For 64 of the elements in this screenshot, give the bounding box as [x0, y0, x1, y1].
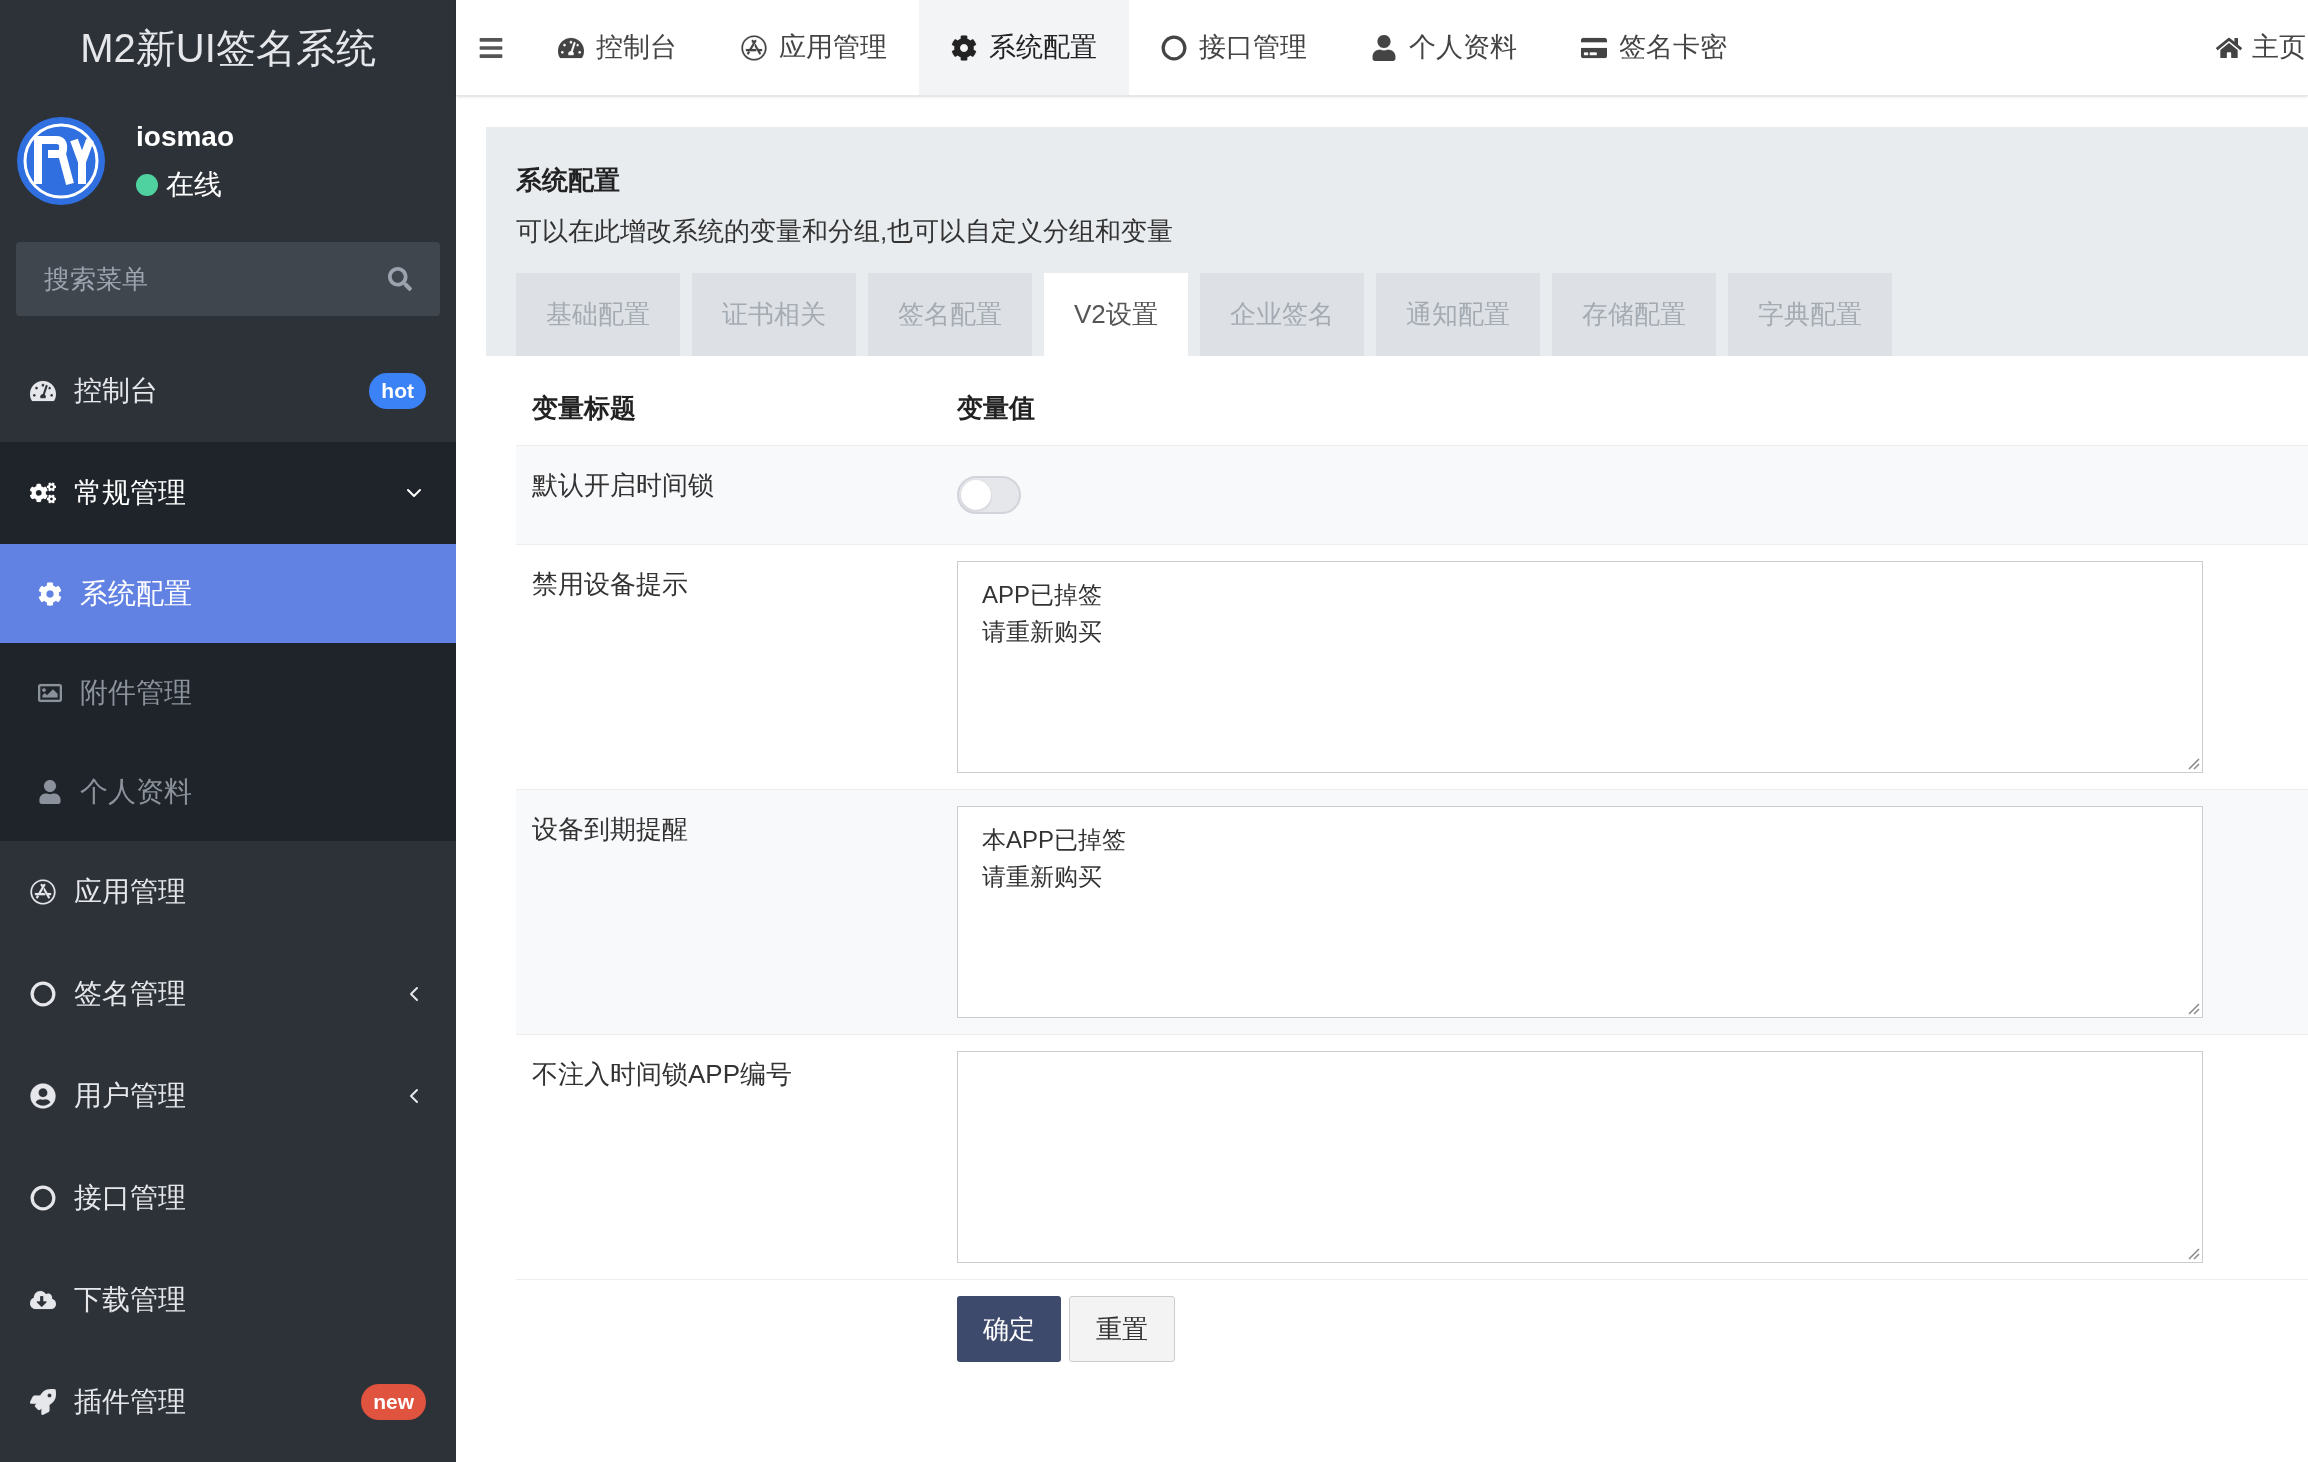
nav-tab[interactable]: 系统配置	[919, 0, 1129, 95]
gear-icon	[38, 581, 62, 606]
text-line: 本APP已掉签	[982, 825, 1127, 855]
menu-item[interactable]: 接口管理	[0, 1147, 456, 1249]
toggle-switch[interactable]	[957, 476, 1021, 514]
menu-item[interactable]: 插件管理 new	[0, 1351, 456, 1453]
cloud-download-icon	[30, 1287, 56, 1313]
panel-description: 可以在此增改系统的变量和分组,也可以自定义分组和变量	[516, 215, 1175, 248]
nav-tab[interactable]: 个人资料	[1339, 0, 1549, 95]
resize-handle-icon	[2186, 1246, 2200, 1260]
resize-handle-icon	[2186, 1001, 2200, 1015]
column-header: 变量值	[956, 392, 1035, 425]
nav-tab[interactable]: 应用管理	[709, 0, 919, 95]
text-area[interactable]: 本APP已掉签 请重新购买	[957, 806, 2203, 1018]
confirm-button[interactable]: 确定	[957, 1296, 1061, 1362]
panel-title: 系统配置	[516, 164, 621, 197]
card-icon	[1581, 34, 1607, 61]
app-icon	[30, 879, 56, 905]
rocket-icon	[30, 1389, 56, 1415]
submenu-item[interactable]: 附件管理	[0, 643, 456, 742]
menu-item[interactable]: 应用管理	[0, 841, 456, 943]
home-link[interactable]: 主页	[2216, 27, 2308, 68]
row-label: 禁用设备提示	[531, 568, 689, 601]
app-icon	[741, 34, 767, 61]
text-area[interactable]	[957, 1051, 2203, 1263]
submenu-item[interactable]: 系统配置	[0, 544, 456, 643]
circle-icon	[30, 1185, 56, 1211]
text-area[interactable]: APP已掉签 请重新购买	[957, 561, 2203, 773]
user-icon	[38, 779, 62, 804]
image-icon	[38, 680, 62, 705]
text-line: APP已掉签	[982, 580, 1103, 610]
search-icon	[388, 267, 412, 291]
menu-badge: hot	[369, 373, 426, 409]
column-header: 变量标题	[531, 392, 637, 425]
config-tab[interactable]: V2设置	[1044, 273, 1188, 356]
resize-handle-icon	[2186, 756, 2200, 770]
circle-icon	[1161, 34, 1187, 61]
menu-item[interactable]: 签名管理	[0, 943, 456, 1045]
submenu-item[interactable]: 个人资料	[0, 742, 456, 841]
dashboard-icon	[30, 378, 56, 404]
circle-icon	[30, 981, 56, 1007]
text-line: 请重新购买	[982, 617, 1102, 647]
menu-item[interactable]: 常规管理	[0, 442, 456, 544]
nav-tab[interactable]: 签名卡密	[1549, 0, 1759, 95]
reset-button[interactable]: 重置	[1069, 1296, 1175, 1362]
search-field[interactable]: 搜索菜单	[16, 242, 440, 316]
row-label: 不注入时间锁APP编号	[531, 1058, 794, 1091]
user-status: 在线	[166, 168, 222, 202]
nav-tab[interactable]: 接口管理	[1129, 0, 1339, 95]
gear-icon	[951, 34, 977, 61]
menu-item[interactable]: 用户管理	[0, 1045, 456, 1147]
menu-item[interactable]: 控制台 hot	[0, 340, 456, 442]
menu-badge: new	[361, 1384, 426, 1420]
dashboard-icon	[558, 34, 584, 61]
user-name: iosmao	[136, 120, 235, 154]
text-line: 请重新购买	[982, 862, 1102, 892]
nav-tab[interactable]: 控制台	[526, 0, 709, 95]
row-label: 设备到期提醒	[531, 813, 689, 846]
app-title: M2新UI签名系统	[80, 25, 376, 72]
user-icon	[1371, 34, 1397, 61]
gears-icon	[30, 480, 56, 506]
logo-icon	[16, 116, 106, 206]
row-label: 默认开启时间锁	[531, 469, 715, 502]
menu-item[interactable]: 下载管理	[0, 1249, 456, 1351]
